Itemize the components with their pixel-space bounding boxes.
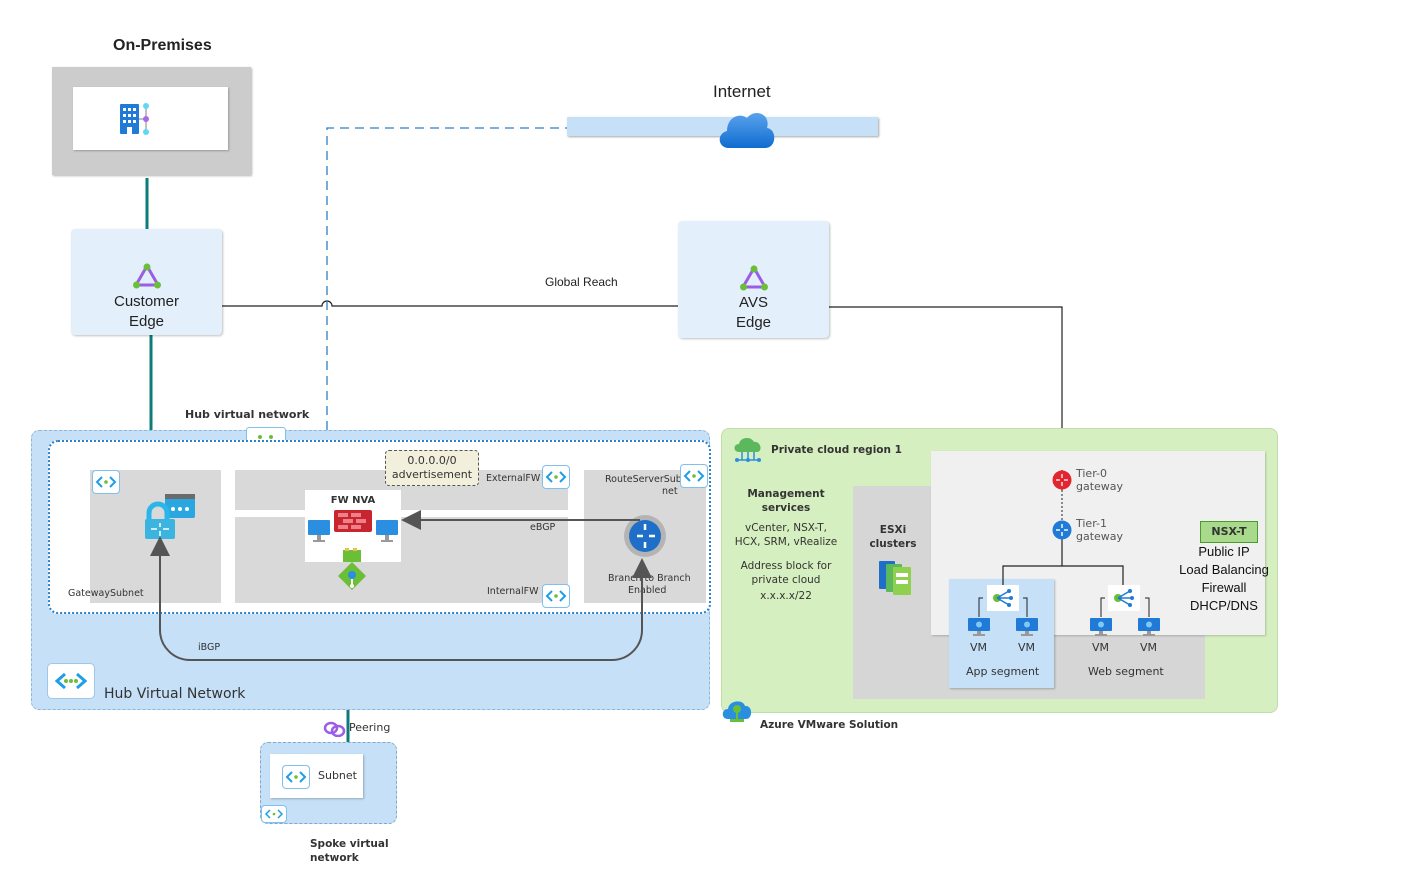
vm-icon: [1016, 618, 1038, 636]
app-segment-label: App segment: [966, 665, 1040, 678]
nsx-tree-lines: [978, 470, 1150, 617]
nsxt-feature: Load Balancing: [1179, 562, 1269, 577]
tier1-line2: gateway: [1076, 530, 1124, 543]
tier0-line1: Tier-0: [1076, 467, 1107, 480]
web-segment-label: Web segment: [1088, 665, 1164, 678]
web-segment-switch: [1108, 585, 1140, 611]
tier0-label: Tier-0 gateway: [1076, 467, 1123, 493]
vm-label: VM: [1140, 641, 1158, 654]
avs-footer-title: Azure VMware Solution: [760, 719, 899, 731]
vm-label: VM: [1092, 641, 1110, 654]
network-segment-icon: [993, 589, 1013, 607]
nsxt-feature: Firewall: [1201, 580, 1247, 595]
nsxt-feature: Public IP: [1198, 544, 1250, 559]
tier0-line2: gateway: [1076, 480, 1124, 493]
nsxt-feature: DHCP/DNS: [1190, 598, 1258, 613]
app-segment-switch: [987, 585, 1019, 611]
tier1-line1: Tier-1: [1076, 517, 1107, 530]
tier1-gateway-icon: [1052, 520, 1072, 540]
tier0-gateway-icon: [1052, 470, 1072, 490]
vm-icon: [968, 618, 990, 636]
vm-label: VM: [970, 641, 988, 654]
nsxt-badge: NSX-T: [1200, 521, 1258, 543]
tier1-label: Tier-1 gateway: [1076, 517, 1123, 543]
azure-vmware-solution-icon: [722, 701, 752, 722]
network-segment-icon: [1114, 589, 1134, 607]
vm-label: VM: [1018, 641, 1036, 654]
vm-icon: [1138, 618, 1160, 636]
vm-icon: [1090, 618, 1112, 636]
nsxt-features: Public IP Load Balancing Firewall DHCP/D…: [1170, 543, 1278, 615]
